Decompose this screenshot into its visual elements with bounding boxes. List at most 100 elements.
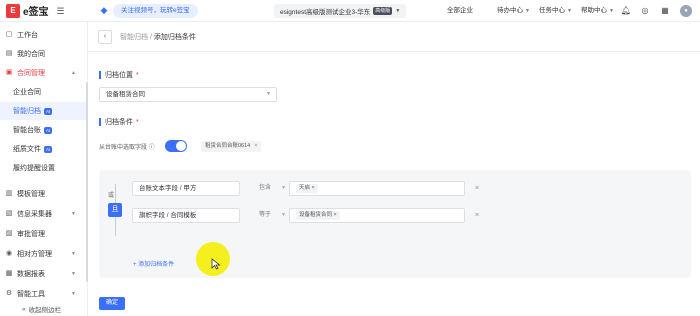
condition-operator-2[interactable]: 等于 ▼: [259, 208, 286, 223]
value-tag-label: 天启: [299, 185, 311, 191]
sidebar-item-my-contracts[interactable]: ▤ 我的合同: [0, 45, 86, 63]
megaphone-icon: ◆: [100, 5, 108, 15]
required-mark: *: [136, 118, 139, 126]
delete-condition-2-button[interactable]: ×: [475, 208, 479, 223]
ledger-toggle-label: 从台账中选取字段 ⓘ: [99, 142, 155, 151]
approval-icon: ▨: [5, 230, 13, 237]
nav-help-center[interactable]: 帮助中心 ▼: [581, 4, 614, 18]
or-label[interactable]: 或: [108, 190, 114, 199]
avatar[interactable]: ●: [680, 5, 692, 17]
chevron-down-icon: ▼: [609, 8, 614, 14]
sidebar-item-enterprise-contracts[interactable]: 企业合同: [0, 83, 86, 101]
tool-icon: ⚙: [5, 290, 13, 297]
grid-icon[interactable]: ▦: [659, 5, 671, 17]
report-icon: ▩: [5, 270, 13, 277]
sidebar-item-label: 数据报表: [17, 271, 45, 278]
section-marker: [99, 71, 101, 79]
operator-label: 等于: [259, 212, 272, 218]
ledger-chip-label: 租赁合同台账0614: [205, 143, 251, 149]
tenant-switcher[interactable]: esigntest高级版测试企业3-华东 高级版 ▼: [274, 4, 407, 18]
sidebar-item-templates[interactable]: ▥ 模板管理: [0, 185, 86, 203]
condition-value-1[interactable]: 天启 ×: [289, 181, 465, 196]
sidebar-item-label: 智能工具: [17, 291, 45, 298]
ledger-toggle[interactable]: [165, 140, 187, 152]
main-content: ‹ 智能归档 / 添加归档条件 归档位置 * 设备租赁合同 ▼ 归档条件 * 从…: [88, 22, 700, 316]
close-icon[interactable]: ×: [254, 143, 257, 149]
sidebar-item-label: 企业合同: [13, 89, 41, 96]
section-marker: [99, 118, 101, 126]
sidebar-item-reminder-settings[interactable]: 履约提醒设置: [0, 159, 86, 177]
chevron-left-icon: ‹: [103, 32, 107, 40]
manage-icon: ▣: [5, 69, 13, 76]
globe-icon[interactable]: ◎: [639, 5, 651, 17]
nav-todo-label: 待办中心: [497, 7, 523, 14]
sidebar-item-contract-management[interactable]: ▣ 合同管理 ▲: [0, 64, 86, 82]
archive-location-value: 设备租赁合同: [106, 91, 145, 98]
breadcrumb-parent[interactable]: 智能归档: [120, 34, 148, 41]
sidebar-item-label: 我的合同: [17, 51, 45, 58]
nav-all-companies[interactable]: 全部企业: [447, 4, 473, 18]
sidebar-item-label: 履约提醒设置: [13, 165, 55, 172]
and-badge[interactable]: 且: [108, 203, 122, 217]
help-icon[interactable]: ⓘ: [149, 145, 155, 151]
chevron-down-icon: ▼: [266, 91, 271, 97]
chevron-down-icon: ▼: [71, 271, 76, 277]
close-icon: ×: [475, 185, 480, 192]
nav-task-label: 任务中心: [539, 7, 565, 14]
ledger-chip[interactable]: 租赁合同台账0614 ×: [201, 141, 262, 152]
condition-field-label: 旗帜字段 / 合同模板: [139, 212, 197, 219]
value-tag[interactable]: 设备租赁合同 ×: [296, 211, 340, 220]
ledger-toggle-text: 从台账中选取字段: [99, 145, 148, 151]
sidebar-item-reports[interactable]: ▩ 数据报表 ▼: [0, 265, 86, 283]
counterpart-icon: ◉: [5, 250, 13, 257]
condition-group: 或 且 台账文本字段 / 甲方 包含 ▼ 天启 × × 旗帜字段 / 合同模板 等…: [99, 170, 691, 278]
condition-field-1[interactable]: 台账文本字段 / 甲方: [132, 181, 240, 196]
sidebar-item-smart-archive[interactable]: 智能归档 AI: [0, 102, 86, 120]
sidebar-item-label: 工作台: [17, 32, 38, 39]
sidebar-item-counterparts[interactable]: ◉ 相对方管理 ▼: [0, 245, 86, 263]
condition-operator-1[interactable]: 包含 ▼: [259, 181, 286, 196]
chevron-up-icon: ▲: [71, 70, 76, 76]
value-tag-label: 设备租赁合同: [299, 212, 333, 218]
condition-field-2[interactable]: 旗帜字段 / 合同模板: [132, 208, 240, 223]
delete-condition-1-button[interactable]: ×: [475, 181, 479, 196]
sidebar-item-paper-files[interactable]: 纸质文件 AI: [0, 140, 86, 158]
archive-location-select[interactable]: 设备租赁合同 ▼: [99, 87, 277, 102]
ai-badge: AI: [44, 145, 53, 153]
section-title: 归档位置: [105, 72, 133, 79]
confirm-button[interactable]: 确定: [99, 297, 125, 310]
menu-collapse-icon[interactable]: ☰: [55, 5, 67, 17]
collapse-sidebar-button[interactable]: «收起侧边栏: [0, 302, 86, 316]
add-condition-link[interactable]: + 添加归档条件: [133, 259, 174, 268]
sidebar-item-approval[interactable]: ▨ 审批管理: [0, 225, 86, 243]
section-archive-location: 归档位置 *: [99, 70, 139, 80]
nav-todo-center[interactable]: 待办中心 ▼: [497, 4, 530, 18]
sidebar-item-label: 合同管理: [17, 70, 45, 77]
chevron-down-icon: ▼: [281, 185, 286, 191]
sidebar-item-label: 审批管理: [17, 231, 45, 238]
nav-task-center[interactable]: 任务中心 ▼: [539, 4, 572, 18]
condition-value-2[interactable]: 设备租赁合同 ×: [289, 208, 465, 223]
logo[interactable]: E e签宝 ☰: [0, 0, 88, 22]
value-tag[interactable]: 天启 ×: [296, 184, 318, 193]
sidebar-item-label: 智能归档: [13, 108, 41, 115]
top-bar: E e签宝 ☰ ◆ 关注视频号，玩转e签宝 esigntest高级版测试企业3-…: [0, 0, 700, 22]
bell-icon[interactable]: 🔔︎: [620, 5, 632, 17]
ai-badge: AI: [44, 107, 53, 115]
chevron-down-icon: ▼: [281, 212, 286, 218]
desk-icon: ▢: [5, 31, 13, 38]
chevron-down-icon: ▼: [567, 8, 572, 14]
sidebar-item-workbench[interactable]: ▢ 工作台: [0, 26, 86, 44]
collapse-sidebar-label: 收起侧边栏: [28, 307, 62, 314]
sidebar-item-tools[interactable]: ⚙ 智能工具 ▼: [0, 285, 86, 303]
chevron-down-icon: ▼: [71, 251, 76, 257]
notice-banner[interactable]: 关注视频号，玩转e签宝: [113, 4, 198, 18]
sidebar-item-smart-ledger[interactable]: 智能台账 AI: [0, 121, 86, 139]
condition-field-label: 台账文本字段 / 甲方: [139, 185, 197, 192]
chevron-down-icon: ▼: [71, 291, 76, 297]
nav-all-companies-label: 全部企业: [447, 7, 473, 14]
operator-label: 包含: [259, 185, 272, 191]
back-button[interactable]: ‹: [98, 29, 112, 44]
breadcrumb-text: 智能归档 / 添加归档条件: [120, 32, 196, 42]
sidebar-item-collector[interactable]: ▧ 信息采集器 ▼: [0, 205, 86, 223]
